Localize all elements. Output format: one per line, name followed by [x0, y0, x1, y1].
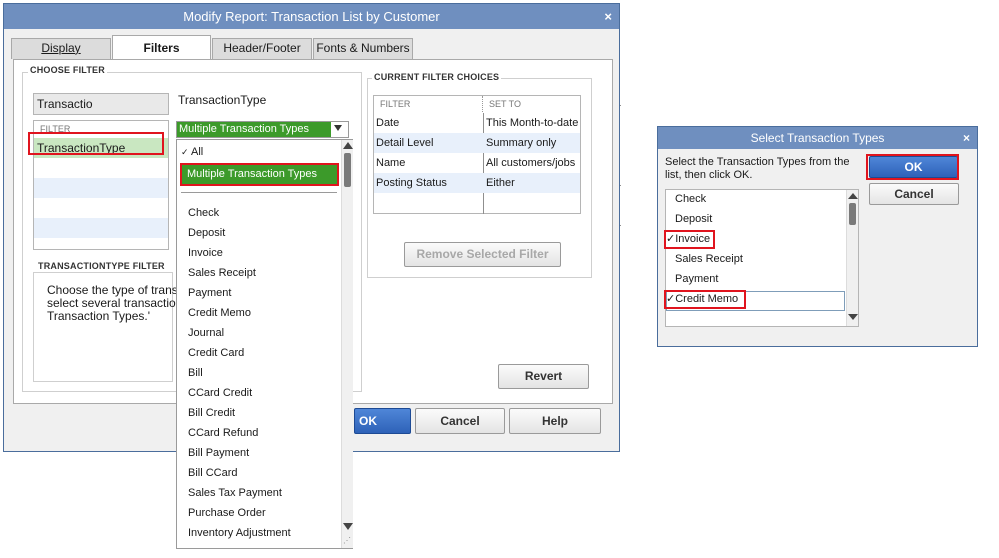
filter-cell[interactable]: Name [376, 153, 405, 173]
tab-display-label: Display [41, 41, 81, 55]
item-label: Deposit [675, 213, 713, 225]
dropdown-option[interactable]: Purchase Order [188, 503, 266, 523]
dropdown-scrollbar[interactable] [341, 140, 353, 548]
dropdown-option[interactable]: Sales Tax Payment [188, 483, 282, 503]
col-header-set-to: SET TO [489, 99, 522, 109]
item-label: Sales Receipt [675, 253, 743, 265]
tab-fonts-numbers-label: Fonts & Numbers [316, 41, 410, 55]
option-label: All [191, 146, 204, 158]
background-mark: · [619, 221, 622, 230]
scroll-down-icon[interactable] [343, 523, 353, 530]
col-header-filter: FILTER [380, 99, 411, 109]
set-to-cell[interactable]: This Month-to-date [486, 113, 578, 133]
transaction-type-item[interactable]: Deposit [675, 209, 712, 229]
transaction-type-dropdown[interactable]: Multiple Transaction Types [176, 121, 349, 138]
dropdown-option[interactable]: Bill CCard [188, 463, 238, 483]
cancel-button[interactable]: Cancel [415, 408, 505, 434]
instruction-line: list, then click OK. [665, 169, 753, 181]
background-mark: · [619, 101, 622, 110]
choose-filter-header: CHOOSE FILTER [28, 65, 107, 75]
transaction-type-item[interactable]: Sales Receipt [675, 249, 743, 269]
list-stripe [34, 178, 168, 198]
highlight-filter-item [28, 132, 164, 155]
dropdown-option[interactable]: Credit Card [188, 343, 244, 363]
transaction-type-item[interactable]: Payment [675, 269, 718, 289]
dropdown-option[interactable]: CCard Credit [188, 383, 252, 403]
filter-cell[interactable]: Date [376, 113, 399, 133]
resize-grip-icon[interactable]: ⋰ [343, 536, 351, 545]
set-to-cell[interactable]: Summary only [486, 133, 556, 153]
remove-selected-filter-button[interactable]: Remove Selected Filter [404, 242, 561, 267]
remove-selected-filter-label: Remove Selected Filter [416, 247, 549, 261]
item-label: Check [675, 193, 707, 205]
close-icon[interactable]: × [604, 4, 612, 29]
dropdown-option[interactable]: CCard Refund [188, 423, 258, 443]
current-choices-header: CURRENT FILTER CHOICES [372, 72, 502, 82]
select-list-scrollbar[interactable] [846, 190, 858, 326]
background-mark: · [619, 181, 622, 190]
selected-filter-label: TransactionType [178, 93, 267, 107]
highlight-credit-memo [664, 290, 746, 309]
dropdown-option[interactable]: Invoice [188, 243, 223, 263]
scroll-up-icon[interactable] [343, 142, 353, 149]
cancel-label: Cancel [440, 414, 480, 428]
dialog-title-bar[interactable]: Modify Report: Transaction List by Custo… [4, 4, 619, 29]
dropdown-option[interactable]: Credit Memo [188, 303, 251, 323]
select-cancel-button[interactable]: Cancel [869, 183, 959, 205]
highlight-invoice [664, 230, 715, 249]
col-divider-dots [482, 96, 483, 112]
instruction-line: Select the Transaction Types from the [665, 156, 850, 168]
dropdown-option[interactable]: Payment [188, 283, 231, 303]
transaction-type-item[interactable]: Check [675, 189, 706, 209]
scrollbar-thumb[interactable] [849, 203, 856, 225]
tab-header-footer-label: Header/Footer [223, 41, 301, 55]
select-cancel-label: Cancel [894, 187, 934, 201]
scroll-down-icon[interactable] [848, 314, 858, 320]
help-label: Help [541, 414, 568, 428]
list-stripe [34, 218, 168, 238]
item-label: Payment [675, 273, 719, 285]
dropdown-option[interactable]: Journal [188, 323, 224, 343]
filter-search-input[interactable]: Transactio [33, 93, 169, 115]
ok-button[interactable]: OK [354, 408, 411, 434]
dropdown-option[interactable]: Bill Credit [188, 403, 235, 423]
select-instructions: Select the Transaction Types from the li… [665, 156, 849, 182]
chevron-down-icon[interactable] [334, 125, 342, 131]
dropdown-separator [181, 192, 337, 193]
tab-fonts-numbers[interactable]: Fonts & Numbers [313, 38, 413, 59]
dropdown-option[interactable]: Sales Receipt [188, 263, 256, 283]
select-dialog-title: Select Transaction Types [750, 131, 885, 145]
dropdown-option[interactable]: Check [188, 203, 219, 223]
current-filter-table: FILTER SET TO Date This Month-to-date De… [373, 95, 581, 214]
set-to-cell[interactable]: Either [486, 173, 515, 193]
dropdown-option[interactable]: Bill Payment [188, 443, 249, 463]
select-dialog-title-bar[interactable]: Select Transaction Types × [658, 127, 977, 149]
help-button[interactable]: Help [509, 408, 601, 434]
set-to-cell[interactable]: All customers/jobs [486, 153, 575, 173]
dropdown-option[interactable]: Bill [188, 363, 203, 383]
revert-label: Revert [524, 369, 563, 383]
check-icon: ✓ [181, 147, 189, 157]
dropdown-option[interactable]: Deposit [188, 223, 225, 243]
dialog-title: Modify Report: Transaction List by Custo… [183, 9, 440, 24]
dropdown-option[interactable]: Inventory Adjustment [188, 523, 291, 543]
col-divider [483, 113, 484, 214]
tab-display[interactable]: Display [11, 38, 111, 59]
filter-cell[interactable]: Detail Level [376, 133, 433, 153]
highlight-select-ok [866, 154, 959, 180]
tab-filters[interactable]: Filters [112, 35, 211, 60]
tab-header-footer[interactable]: Header/Footer [212, 38, 312, 59]
revert-button[interactable]: Revert [498, 364, 589, 389]
filter-cell[interactable]: Posting Status [376, 173, 447, 193]
dropdown-selected-value: Multiple Transaction Types [177, 122, 331, 137]
scroll-up-icon[interactable] [848, 193, 858, 199]
tt-filter-header: TRANSACTIONTYPE FILTER [38, 261, 165, 271]
highlight-multiple-option [180, 163, 339, 186]
dropdown-option-all[interactable]: ✓ All [181, 144, 203, 160]
ok-label: OK [359, 414, 377, 428]
scrollbar-thumb[interactable] [344, 153, 351, 187]
tt-filter-desc-box: Choose the type of transacti select seve… [33, 272, 202, 382]
close-icon[interactable]: × [963, 127, 970, 149]
tab-filters-label: Filters [143, 41, 180, 55]
